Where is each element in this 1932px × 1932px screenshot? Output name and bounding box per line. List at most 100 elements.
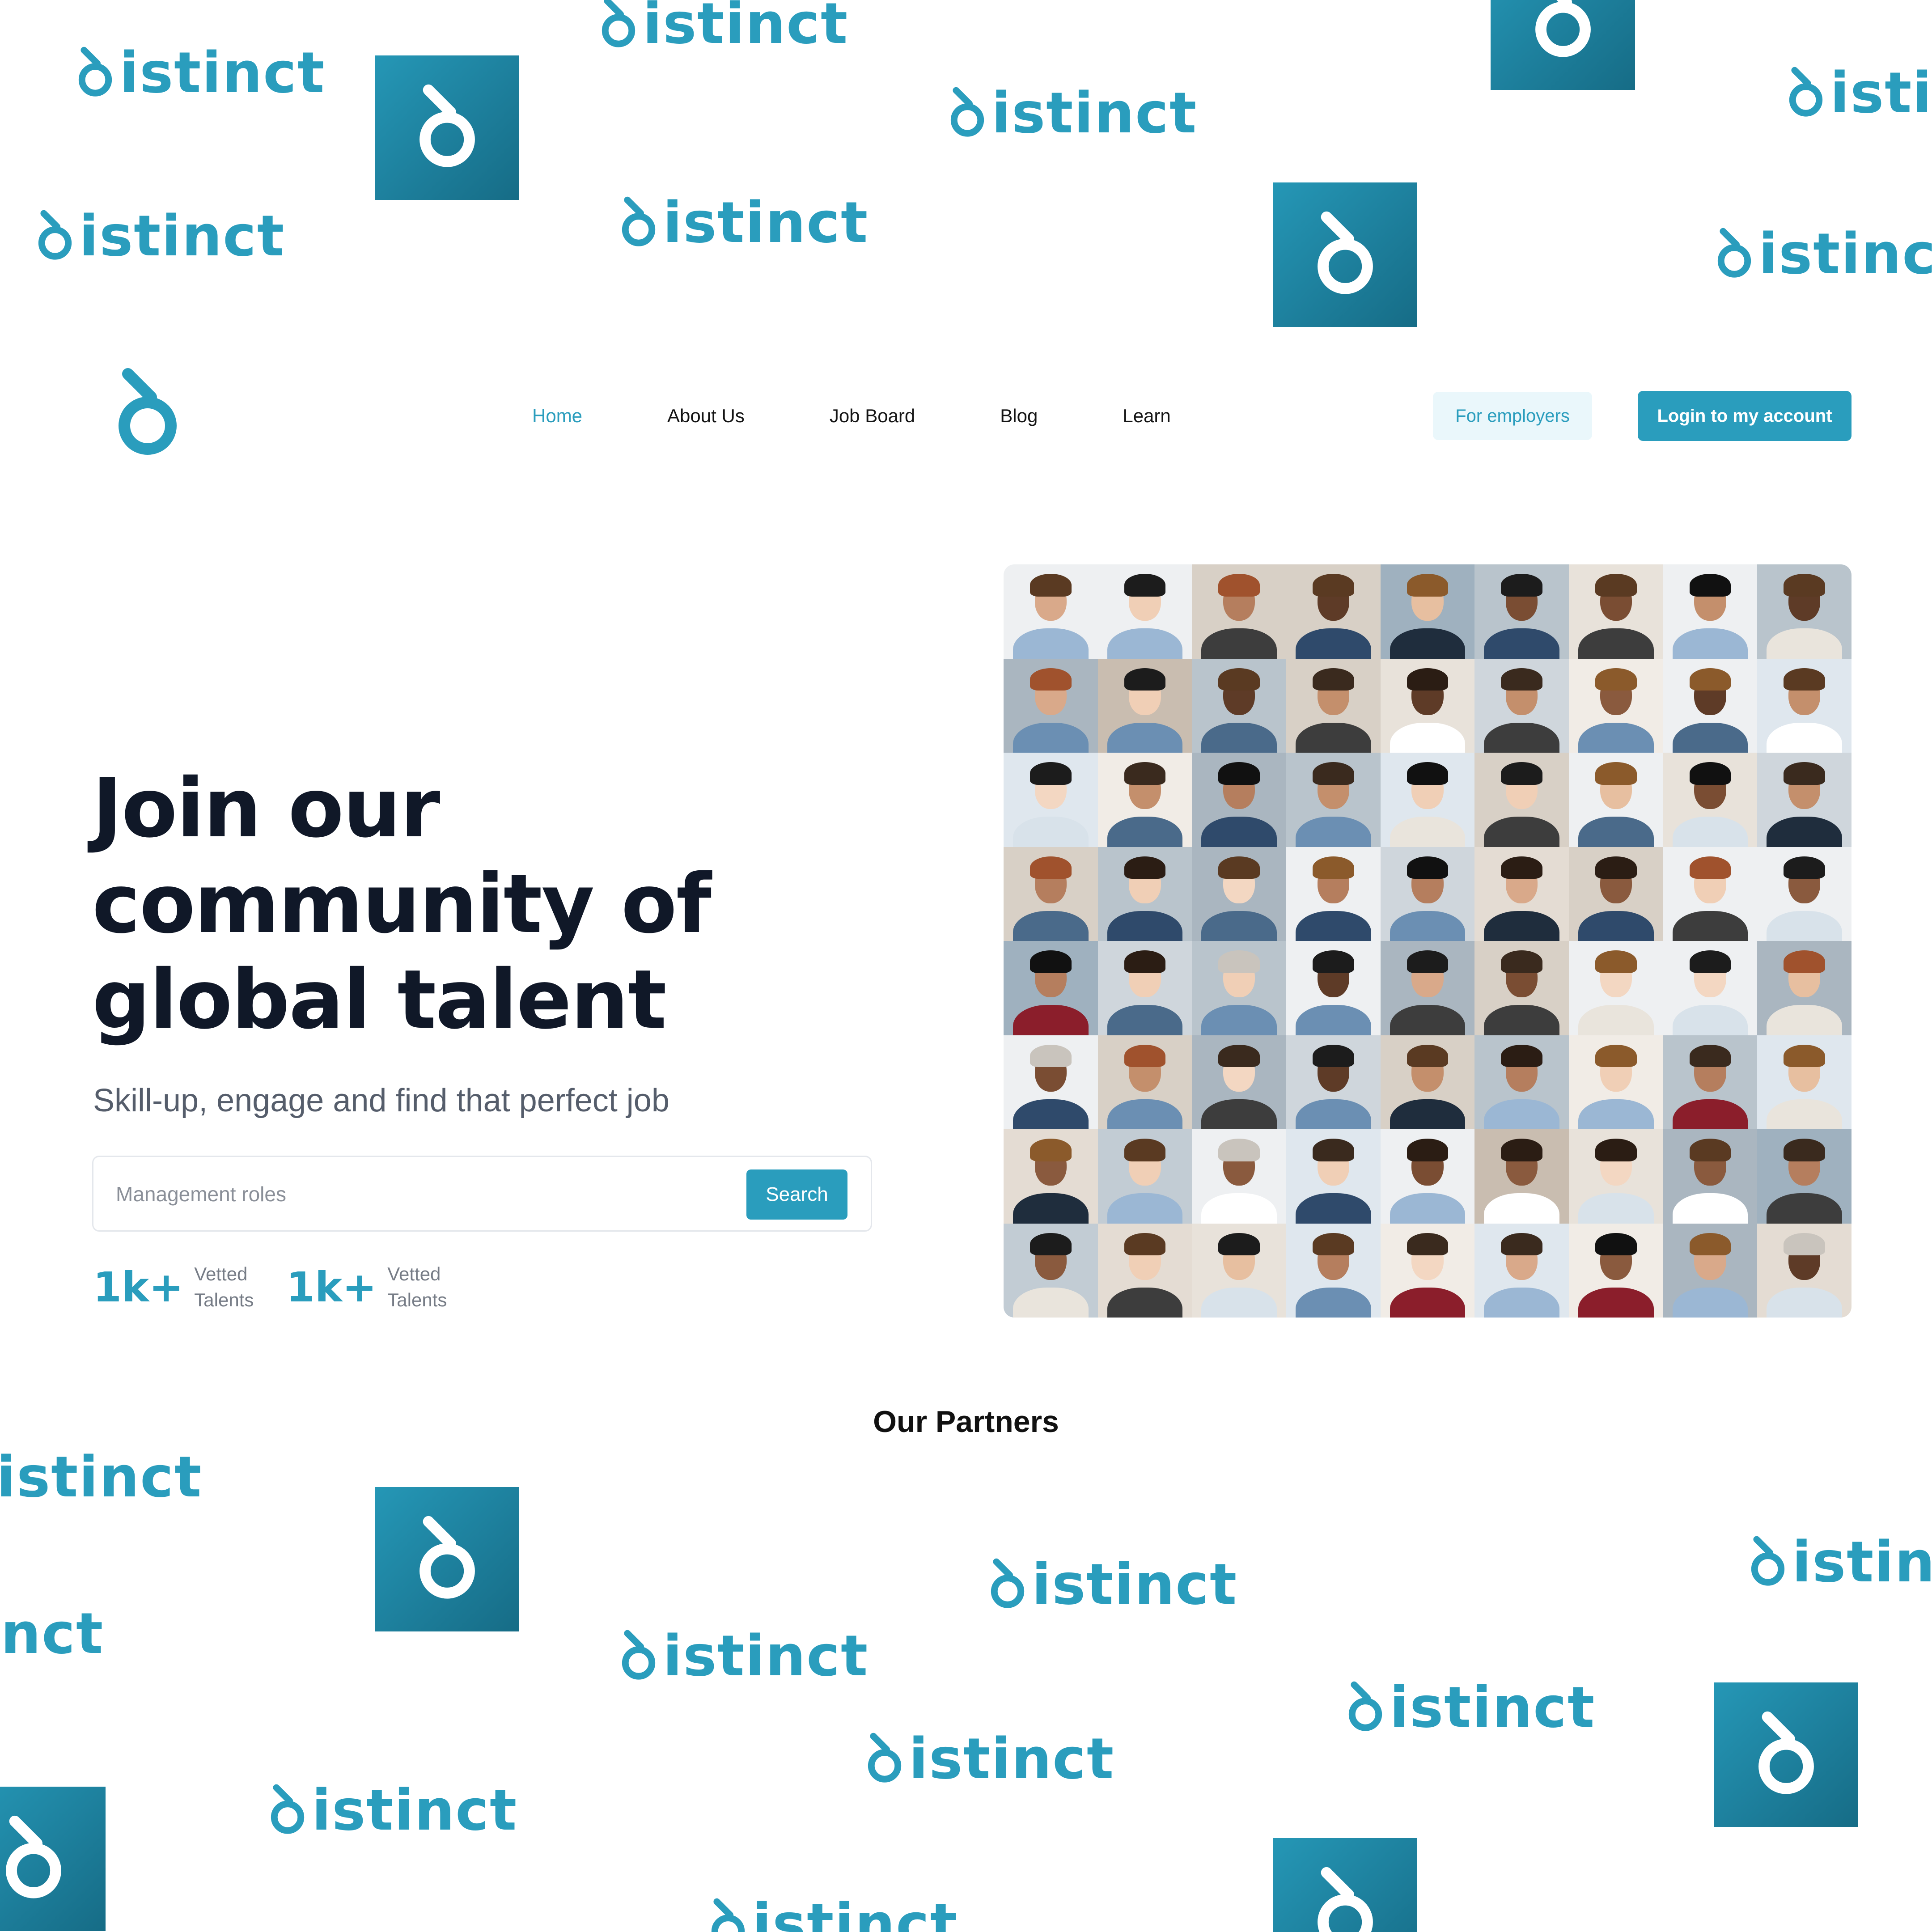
distinct-logo-icon[interactable] xyxy=(112,367,183,461)
talent-portrait xyxy=(1192,1129,1286,1224)
brand-wordmark-text: istinct xyxy=(663,190,869,255)
brand-tile xyxy=(1714,1682,1858,1827)
brand-wordmark-text: istinct xyxy=(1792,1529,1932,1595)
talent-portrait xyxy=(1474,941,1569,1035)
talent-portrait xyxy=(1286,1223,1381,1318)
brand-wordmark: istinct xyxy=(1713,226,1932,282)
distinct-d-icon xyxy=(950,87,984,137)
talent-portrait xyxy=(1474,1035,1569,1129)
distinct-d-icon xyxy=(1348,1681,1382,1731)
stat-vetted-talents: 1k+ Vetted Talents xyxy=(93,1261,254,1313)
brand-wordmark: istinct xyxy=(1746,1534,1932,1590)
talent-portrait xyxy=(1004,658,1098,753)
distinct-d-icon xyxy=(1751,1536,1785,1586)
distinct-d-icon xyxy=(1535,0,1591,57)
brand-wordmark-text: istinct xyxy=(991,80,1198,146)
brand-wordmark: istinct xyxy=(0,1449,202,1505)
nav-link-about-us[interactable]: About Us xyxy=(667,405,745,427)
brand-wordmark-text: istinct xyxy=(663,1623,869,1689)
talent-portrait xyxy=(1569,1035,1663,1129)
distinct-d-icon xyxy=(1317,1867,1373,1932)
nav-link-learn[interactable]: Learn xyxy=(1123,405,1170,427)
talent-portrait xyxy=(1004,1035,1098,1129)
brand-wordmark-text: istinct xyxy=(79,203,285,269)
brand-wordmark-text: istinct xyxy=(1032,1551,1238,1617)
search-bar: Search xyxy=(92,1156,872,1232)
talent-portrait xyxy=(1474,1129,1569,1224)
talent-portrait xyxy=(1474,658,1569,753)
distinct-d-icon xyxy=(1717,228,1751,278)
brand-tile xyxy=(375,55,519,200)
talent-portrait xyxy=(1663,941,1758,1035)
brand-wordmark: istinct xyxy=(707,1896,958,1932)
stat-label-line: Vetted xyxy=(194,1263,248,1284)
talent-portrait xyxy=(1757,753,1852,847)
talent-portrait xyxy=(1286,753,1381,847)
brand-wordmark: istinct xyxy=(986,1556,1237,1613)
talent-portrait xyxy=(1757,941,1852,1035)
talent-portrait xyxy=(1097,1035,1192,1129)
talent-portrait xyxy=(1192,753,1286,847)
talent-portrait xyxy=(1286,1129,1381,1224)
talent-portrait xyxy=(1757,1129,1852,1224)
talent-portrait xyxy=(1474,753,1569,847)
brand-wordmark-text: istinct xyxy=(0,1444,203,1510)
talent-portrait xyxy=(1757,1035,1852,1129)
brand-wordmark-text: istinct xyxy=(752,1891,958,1932)
distinct-d-icon xyxy=(38,210,72,260)
talent-portrait xyxy=(1097,564,1192,659)
talent-portrait xyxy=(1757,658,1852,753)
distinct-d-icon xyxy=(622,1630,656,1680)
nav-link-job-board[interactable]: Job Board xyxy=(830,405,915,427)
hero-title-line: Join our xyxy=(92,761,440,856)
brand-wordmark: istinct xyxy=(863,1731,1114,1787)
brand-wordmark-text: istinct xyxy=(312,1777,518,1843)
talent-portrait xyxy=(1569,753,1663,847)
talent-portrait xyxy=(1663,753,1758,847)
stat-value: 1k+ xyxy=(93,1263,184,1311)
distinct-d-icon xyxy=(991,1558,1025,1608)
brand-wordmark: istinct xyxy=(266,1782,517,1839)
brand-wordmark: istinct xyxy=(617,195,869,251)
talent-portrait xyxy=(1286,658,1381,753)
stat-vetted-talents: 1k+ Vetted Talents xyxy=(286,1261,447,1313)
hero-title-line: global talent xyxy=(92,952,667,1047)
talent-portrait xyxy=(1663,658,1758,753)
talent-portrait xyxy=(1192,564,1286,659)
talent-portrait xyxy=(1380,847,1475,941)
nav-link-blog[interactable]: Blog xyxy=(1000,405,1038,427)
brand-wordmark: istinct xyxy=(617,1628,869,1684)
stat-label: Vetted Talents xyxy=(194,1261,254,1313)
search-button[interactable]: Search xyxy=(746,1169,847,1220)
distinct-d-icon xyxy=(1789,67,1823,117)
search-input[interactable] xyxy=(115,1175,788,1213)
login-button[interactable]: Login to my account xyxy=(1638,391,1852,441)
brand-wordmark: istinct xyxy=(597,0,848,52)
talent-portrait xyxy=(1097,753,1192,847)
for-employers-button[interactable]: For employers xyxy=(1433,392,1592,440)
brand-wordmark-text: istinct xyxy=(119,40,326,106)
distinct-d-icon xyxy=(271,1784,305,1834)
brand-tile xyxy=(1491,0,1635,90)
talent-portrait xyxy=(1286,564,1381,659)
talent-portrait xyxy=(1192,941,1286,1035)
talent-portrait xyxy=(1663,1035,1758,1129)
talent-portrait xyxy=(1380,564,1475,659)
brand-wordmark: istinct xyxy=(1344,1679,1595,1736)
talent-portrait xyxy=(1757,847,1852,941)
talent-portrait xyxy=(1569,1223,1663,1318)
talent-portrait xyxy=(1004,564,1098,659)
brand-tile xyxy=(0,1787,106,1931)
talent-portrait xyxy=(1192,847,1286,941)
stat-label-line: Vetted xyxy=(387,1263,441,1284)
talent-portrait xyxy=(1757,564,1852,659)
stat-label: Vetted Talents xyxy=(387,1261,447,1313)
talent-portrait xyxy=(1286,847,1381,941)
distinct-d-icon xyxy=(1317,211,1373,294)
talent-portrait xyxy=(1286,1035,1381,1129)
talent-portrait xyxy=(1757,1223,1852,1318)
stat-label-line: Talents xyxy=(194,1289,254,1310)
talent-portrait xyxy=(1569,1129,1663,1224)
nav-link-home[interactable]: Home xyxy=(532,405,582,427)
stat-label-line: Talents xyxy=(387,1289,447,1310)
